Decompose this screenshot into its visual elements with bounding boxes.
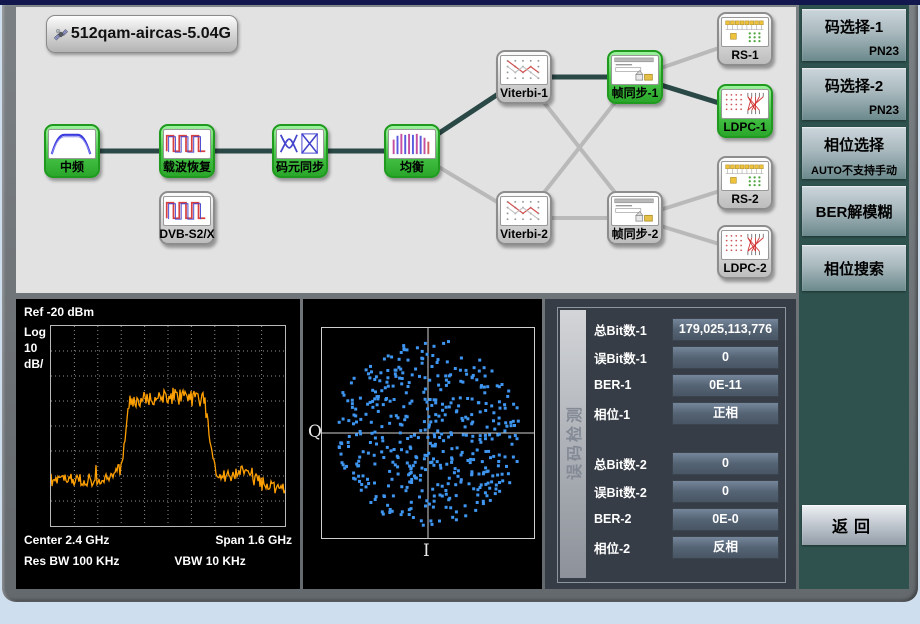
spectrum-rbw-label: Res BW 100 KHz [24, 554, 119, 568]
sidebar-button-code-select-2[interactable]: 码选择-2 PN23 [802, 68, 906, 120]
eye-diagram-icon [276, 129, 324, 159]
signal-title-button[interactable]: 512qam-aircas-5.04G [46, 15, 238, 53]
diagram-node-if[interactable]: 中频 [44, 124, 100, 178]
trellis-icon [500, 55, 548, 85]
spectrum-bars-icon [388, 129, 436, 159]
sidebar: 码选择-1 PN23 码选择-2 PN23 相位选择 AUTO不支持手动 BER… [799, 5, 909, 589]
sidebar-button-phase-search[interactable]: 相位搜索 [802, 245, 906, 291]
ber-row: BER-2 0E-0 [594, 508, 779, 530]
ber-row-label: 误Bit数-2 [594, 482, 672, 501]
diagram-node-symbol-sync[interactable]: 码元同步 [272, 124, 328, 178]
ber-row-label: 相位-2 [594, 538, 672, 557]
ber-row-value: 反相 [672, 536, 779, 559]
ber-row-label: 总Bit数-2 [594, 454, 672, 473]
diagram-node-carrier-recovery[interactable]: 载波恢复 [159, 124, 215, 178]
squarewave-icon [163, 196, 211, 226]
spectrum-unit-label: dB/ [24, 357, 43, 371]
constellation-i-axis-label: I [423, 541, 430, 561]
ber-row-label: BER-1 [594, 378, 672, 392]
ber-row-value: 0E-0 [672, 508, 779, 531]
diagram-node-frame-sync-1[interactable]: 帧同步-1 [607, 50, 663, 104]
ber-row: 总Bit数-1 179,025,113,776 [594, 318, 779, 340]
diagram-node-frame-sync-2[interactable]: 帧同步-2 [607, 191, 663, 245]
ber-row-value: 0 [672, 452, 779, 475]
diagram-node-viterbi-2[interactable]: Viterbi-2 [496, 191, 552, 245]
constellation-panel: Q I [303, 299, 542, 589]
satellite-icon [53, 21, 69, 48]
app-window: 512qam-aircas-5.04G 中频 载波恢复 码元同步 均衡 DVB-… [2, 5, 918, 602]
ber-row-value: 正相 [672, 402, 779, 425]
ber-row-value: 0E-11 [672, 374, 779, 397]
constellation-plot [321, 327, 535, 539]
signal-title-label: 512qam-aircas-5.04G [71, 25, 231, 43]
ber-group-box: 误码检测 总Bit数-1 179,025,113,776 误Bit数-1 0 B… [557, 307, 786, 583]
ber-row: 相位-2 反相 [594, 536, 779, 558]
ber-rows: 总Bit数-1 179,025,113,776 误Bit数-1 0 BER-1 … [594, 318, 779, 564]
ber-row: 相位-1 正相 [594, 402, 779, 424]
ber-row-value: 0 [672, 346, 779, 369]
ber-row-label: 相位-1 [594, 404, 672, 423]
frame-sync-icon [611, 55, 659, 85]
ldpc-graph-icon [721, 230, 769, 260]
spectrum-scale-label: 10 [24, 341, 37, 355]
trellis-icon [500, 196, 548, 226]
constellation-q-axis-label: Q [308, 422, 322, 442]
bandpass-icon [48, 129, 96, 159]
rs-code-icon [721, 161, 769, 191]
diagram-node-rs-2[interactable]: RS-2 [717, 156, 773, 210]
diagram-node-equalizer[interactable]: 均衡 [384, 124, 440, 178]
ber-group-sidebar: 误码检测 [560, 310, 586, 578]
spectrum-span-label: Span 1.6 GHz [215, 533, 292, 547]
ber-row-value: 0 [672, 480, 779, 503]
ber-row: 总Bit数-2 0 [594, 452, 779, 474]
diagram-node-viterbi-1[interactable]: Viterbi-1 [496, 50, 552, 104]
ber-row-label: 误Bit数-1 [594, 348, 672, 367]
rs-code-icon [721, 17, 769, 47]
ber-row-label: 总Bit数-1 [594, 320, 672, 339]
spectrum-log-label: Log [24, 325, 46, 339]
diagram-node-dvb-s2x[interactable]: DVB-S2/X [159, 191, 215, 245]
ber-row-label: BER-2 [594, 512, 672, 526]
ber-row: 误Bit数-2 0 [594, 480, 779, 502]
sidebar-button-ber-deambiguity[interactable]: BER解模糊 [802, 186, 906, 236]
spectrum-vbw-label: VBW 10 KHz [174, 554, 245, 568]
spectrum-panel: Ref -20 dBm Log 10 dB/ Center 2.4 GHz Sp… [16, 299, 300, 589]
ber-group-label: 误码检测 [561, 392, 585, 492]
spectrum-ref-label: Ref -20 dBm [24, 305, 94, 319]
sidebar-button-code-select-1[interactable]: 码选择-1 PN23 [802, 9, 906, 61]
ber-row: 误Bit数-1 0 [594, 346, 779, 368]
ber-panel: 误码检测 总Bit数-1 179,025,113,776 误Bit数-1 0 B… [545, 299, 796, 589]
diagram-node-rs-1[interactable]: RS-1 [717, 12, 773, 66]
diagram-node-ldpc-2[interactable]: LDPC-2 [717, 225, 773, 279]
ber-row-value: 179,025,113,776 [672, 318, 779, 341]
frame-sync-icon [611, 196, 659, 226]
back-button[interactable]: 返回 [802, 505, 906, 545]
sidebar-button-phase-select[interactable]: 相位选择 AUTO不支持手动 [802, 127, 906, 179]
signal-chain-diagram: 512qam-aircas-5.04G 中频 载波恢复 码元同步 均衡 DVB-… [16, 7, 796, 293]
spectrum-plot [50, 325, 286, 527]
diagram-node-ldpc-1[interactable]: LDPC-1 [717, 84, 773, 138]
ber-row: BER-1 0E-11 [594, 374, 779, 396]
ldpc-graph-icon [721, 89, 769, 119]
spectrum-center-label: Center 2.4 GHz [24, 533, 109, 547]
squarewave-icon [163, 129, 211, 159]
